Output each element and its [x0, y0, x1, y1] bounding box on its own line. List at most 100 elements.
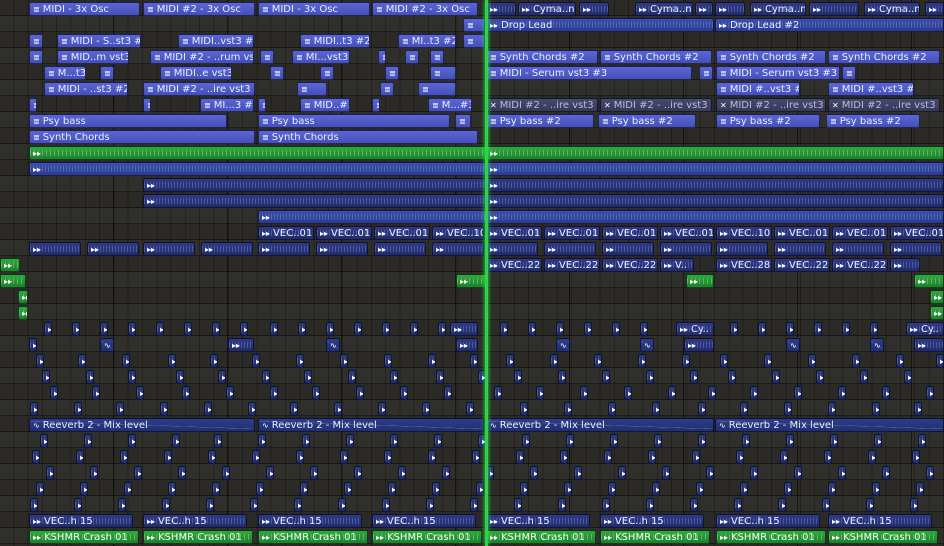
clip-synth-chords[interactable]: ≣ Synth Chords [29, 130, 255, 144]
clip-midi[interactable]: ≣MIDI #2 - ..ire vst3 #2 [143, 82, 255, 96]
clip-audio[interactable]: ▸▸ [296, 450, 304, 464]
clip-midi[interactable]: ≣ [380, 82, 394, 96]
clip-audio[interactable]: ▸▸ [226, 386, 234, 400]
clip-audio[interactable]: ▸▸ [438, 322, 446, 336]
clip-audio[interactable]: ▸▸ [50, 386, 58, 400]
clip-audio[interactable]: ▸▸ [558, 498, 566, 512]
clip-audio[interactable]: ▸▸ [160, 402, 168, 416]
clip-audio[interactable]: ▸▸ [30, 402, 38, 416]
clip-kshmr-crash[interactable]: ▸▸ KSHMR Crash 01 [828, 530, 938, 544]
clip-audio[interactable]: ▸▸ [312, 386, 320, 400]
clip-audio[interactable]: ▸▸ [692, 450, 700, 464]
clip-audio[interactable]: ▸▸ [256, 482, 264, 496]
clip-midi[interactable]: ≣ MIDI..t3 #2 [300, 34, 370, 48]
clip-audio[interactable]: ▸▸ [602, 370, 610, 384]
playlist-area[interactable]: ≣ MIDI - 3x Osc ≣ MIDI #2 - 3x Osc ≣ MIDI - 3… [0, 0, 944, 546]
clip-vec[interactable]: ▸▸ [890, 258, 920, 272]
clip-audio[interactable]: ▸▸ [36, 354, 44, 368]
clip-synth-chords[interactable]: ≣ Synth Chords [258, 130, 478, 144]
clip-audio[interactable]: ▸▸ [602, 498, 610, 512]
clip-audio[interactable]: ▸▸ [442, 466, 450, 480]
clip-audio[interactable]: ▸▸ [178, 466, 186, 480]
clip-psy-bass[interactable]: ≣ Psy bass #2 [598, 114, 696, 128]
clip-psy-bass[interactable]: ≣ Psy bass #2 [486, 114, 594, 128]
clip-audio[interactable]: ▸▸ [715, 2, 745, 16]
clip-audio[interactable]: ▸▸ [912, 450, 920, 464]
clip-audio[interactable]: ▸▸ [348, 370, 356, 384]
clip-audio[interactable]: ▸▸ [708, 386, 716, 400]
clip-audio[interactable]: ▸▸ [80, 482, 88, 496]
clip-kshmr-crash[interactable]: ▸▸ KSHMR Crash 01 [372, 530, 482, 544]
clip-drop-lead[interactable]: ▸▸ Drop Lead [486, 18, 714, 32]
clip-audio[interactable]: ▸▸ [298, 322, 306, 336]
clip-audio[interactable]: ▸▸ [660, 242, 712, 256]
clip-midi-serum[interactable]: ≣ MIDI - Serum vst3 #3 [716, 66, 840, 80]
clip-midi2-3xosc[interactable]: ≣ MIDI #2 - 3x Osc [143, 2, 255, 16]
clip-audio[interactable]: ▸▸ [914, 338, 944, 352]
clip-audio[interactable]: ▸▸ [612, 322, 620, 336]
playhead-marker[interactable] [485, 0, 488, 546]
clip-audio[interactable]: ▸▸ [784, 482, 792, 496]
clip-audio[interactable]: ▸▸ [74, 402, 82, 416]
clip-midi[interactable]: ≣ [455, 114, 471, 128]
clip-vec[interactable]: ▸▸VEC..010 [832, 226, 888, 240]
clip-audio[interactable]: ▸▸ [742, 434, 750, 448]
clip-audio[interactable]: ▸▸ [684, 338, 714, 352]
clip-vec[interactable]: ▸▸ VEC..h 15 [143, 514, 247, 528]
clip-audio[interactable]: ▸▸ [560, 450, 568, 464]
clip-vec[interactable]: ▸▸ VEC..h 15 [258, 514, 362, 528]
clip-audio[interactable]: ▸▸ [338, 498, 346, 512]
clip-audio[interactable]: ▸▸ [610, 434, 618, 448]
clip-kshmr-crash[interactable]: ▸▸ KSHMR Crash 01 [716, 530, 826, 544]
clip-audio[interactable]: ▸▸ [398, 466, 406, 480]
clip-kshmr-crash[interactable]: ▸▸ KSHMR Crash 01 [143, 530, 253, 544]
clip-midi-muted[interactable]: ✕MIDI #2 - ..ire vst3 #4 [716, 98, 826, 112]
clip-audio[interactable]: ▸▸ [758, 322, 766, 336]
clip-vec[interactable]: ▸▸ VEC..h 15 [372, 514, 476, 528]
clip-audio[interactable]: ▸▸ [910, 498, 918, 512]
clip-midi-serum[interactable]: ≣ MIDI - Serum vst3 #3 [486, 66, 692, 80]
clip-audio[interactable]: ▸▸ [176, 370, 184, 384]
clip-audio[interactable]: ▸▸ [646, 498, 654, 512]
clip-audio[interactable]: ▸▸ [654, 434, 662, 448]
clip-audio[interactable]: ▸▸ [904, 370, 912, 384]
clip-audio-loop[interactable]: ▸▸ [486, 210, 944, 224]
clip-green[interactable]: ▸▸ [18, 290, 28, 304]
clip-audio[interactable]: ▸▸ [618, 466, 626, 480]
clip-audio[interactable]: ▸▸ [530, 466, 538, 480]
clip-vec[interactable]: ▸▸ VEC..28 [716, 258, 772, 272]
clip-audio[interactable]: ▸▸ [544, 242, 596, 256]
clip-audio[interactable]: ▸▸ [602, 242, 654, 256]
clip-audio[interactable]: ▸▸ [772, 370, 780, 384]
clip-audio[interactable]: ▸▸ [210, 354, 218, 368]
clip-cymatics[interactable]: ▸▸ Cyma..n [864, 2, 920, 16]
clip-synth-chords[interactable]: ≣ Synth Chords #2 [600, 50, 712, 64]
clip-audio[interactable]: ▸▸ [695, 2, 713, 16]
clip-audio[interactable]: ▸▸ [270, 322, 278, 336]
clip-automation[interactable]: ∿ [556, 338, 570, 352]
clip-audio[interactable]: ▸▸ [516, 450, 524, 464]
clip-audio[interactable]: ▸▸ [780, 450, 788, 464]
clip-midi[interactable]: ≣ MIDI - ..st3 #2 [44, 82, 128, 96]
clip-vec[interactable]: ▸▸VEC..228 [832, 258, 888, 272]
clip-audio[interactable]: ▸▸ [340, 450, 348, 464]
clip-audio[interactable]: ▸▸ [514, 370, 522, 384]
clip-audio[interactable]: ▸▸ [646, 370, 654, 384]
clip-audio[interactable]: ▸▸ [344, 482, 352, 496]
clip-audio[interactable]: ▸▸ [92, 386, 100, 400]
clip-automation[interactable]: ∿ [326, 338, 340, 352]
clip-green[interactable]: ▸▸ [930, 306, 944, 320]
clip-audio-loop[interactable]: ▸▸ [486, 162, 944, 176]
clip-audio[interactable]: ▸▸ [432, 242, 484, 256]
clip-audio[interactable]: ▸▸ [914, 402, 922, 416]
clip-audio[interactable]: ▸▸ [29, 242, 81, 256]
clip-audio[interactable]: ▸▸ [494, 386, 502, 400]
clip-green[interactable]: ▸▸ [686, 274, 714, 288]
clip-audio[interactable]: ▸▸ [136, 386, 144, 400]
clip-midi[interactable]: ≣ [842, 66, 856, 80]
clip-audio[interactable]: ▸▸ [824, 450, 832, 464]
clip-psy-bass[interactable]: ≣ Psy bass #2 [716, 114, 820, 128]
clip-audio[interactable]: ▸▸ [734, 498, 742, 512]
clip-audio[interactable]: ▸▸ [124, 482, 132, 496]
clip-audio[interactable]: ▸▸ [828, 402, 836, 416]
